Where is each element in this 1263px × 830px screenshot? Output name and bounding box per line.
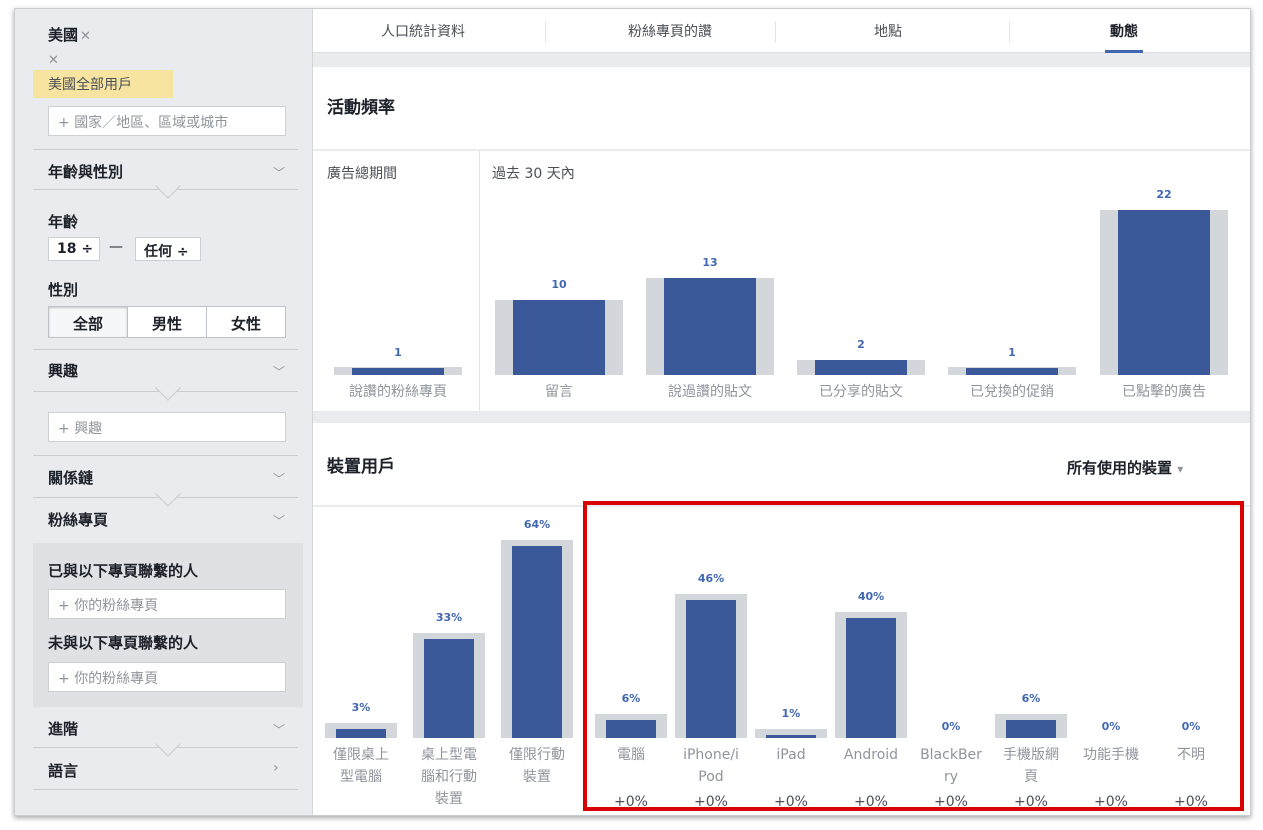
connected-label: 已與以下專頁聯繫的人 [48,562,199,580]
gender-female-button[interactable]: 女性 [206,306,286,338]
gender-label: 性別 [48,281,79,299]
bar-value-label: 1 [394,345,402,359]
bar-value-label: 33% [435,611,463,624]
chevron-down-icon[interactable]: ﹀ [273,164,285,181]
bar-value-label: 3% [351,701,371,714]
tab-separator [1009,21,1010,43]
activity-bar [966,367,1058,375]
chart-divider [479,151,480,411]
divider [33,349,298,350]
activity-bar [815,360,907,375]
category-label: 已分享的貼文 [819,384,903,400]
tab-location[interactable]: 地點 [803,21,973,41]
bar-value-label: 1 [1008,345,1016,359]
divider [33,789,298,790]
devices-header-panel: 裝置用戶 所有使用的裝置 ▾ [313,423,1250,505]
last30-label: 過去 30 天內 [492,166,575,182]
age-from-select[interactable]: 18 ÷ [48,237,100,261]
section-notch [155,731,181,757]
tab-bar: 人口統計資料 粉絲專頁的讚 地點 動態 [313,9,1250,53]
devices-dropdown[interactable]: 所有使用的裝置 ▾ [1067,457,1183,478]
activity-bar [664,277,756,375]
section-notch [155,375,181,401]
activity-title: 活動頻率 [327,98,395,118]
language-header[interactable]: 語言 [48,760,78,781]
gender-male-button[interactable]: 男性 [127,306,207,338]
bar-value-label: 2 [857,338,865,351]
pages-header[interactable]: 粉絲專頁 [48,509,108,530]
plus-icon: + [58,671,75,687]
lifetime-label: 廣告總期間 [327,166,397,182]
location-input[interactable]: + 國家／地區、區域或城市 [48,106,286,136]
section-notch [155,481,181,507]
caret-down-icon: ▾ [1177,462,1184,476]
activity-bar [513,300,605,375]
section-notch [155,173,181,199]
activity-chart-panel: 廣告總期間 過去 30 天內 1 說讚的粉絲專頁 10 留言 13 說過讚的貼文 2 已分享的… [313,151,1250,411]
active-tab-indicator [1105,50,1143,53]
plus-icon: + [58,115,75,131]
tab-page-likes[interactable]: 粉絲專頁的讚 [565,21,775,41]
chevron-down-icon[interactable]: ﹀ [273,363,285,380]
activity-bar [1118,210,1210,375]
chevron-down-icon[interactable]: ﹀ [273,721,285,738]
tab-activity[interactable]: 動態 [1034,21,1214,41]
age-label: 年齡 [48,213,79,231]
tab-demographics[interactable]: 人口統計資料 [333,21,513,41]
chevron-down-icon[interactable]: ﹀ [273,512,285,529]
filters-sidebar: 美國 ✕ ✕ 美國全部用戶 + 國家／地區、區域或城市 年齡與性別 ﹀ 年齡 18… [15,9,313,815]
activity-header-panel: 活動頻率 [313,67,1250,149]
bar-value-label: 13 [702,255,718,269]
remove-location-icon[interactable]: ✕ [80,29,91,44]
chevron-down-icon[interactable]: ﹀ [273,470,285,487]
devices-title: 裝置用戶 [327,457,395,477]
interests-input[interactable]: + 興趣 [48,412,286,442]
bar-value-label: 22 [1156,188,1172,201]
not-connected-pages-input[interactable]: + 你的粉絲專頁 [48,662,286,692]
category-label: 已點擊的廣告 [1122,384,1206,400]
highlight-box [583,501,1244,811]
device-bar [512,546,562,738]
activity-bar [352,367,444,375]
remove-icon[interactable]: ✕ [48,53,59,68]
divider [33,455,298,456]
plus-icon: + [58,598,75,614]
tab-separator [775,21,776,43]
not-connected-label: 未與以下專頁聯繫的人 [48,634,199,652]
plus-icon: + [58,421,75,437]
location-highlight: 美國全部用戶 [33,70,173,98]
tab-separator [545,21,546,43]
device-bar [336,729,386,738]
connected-pages-input[interactable]: + 你的粉絲專頁 [48,589,286,619]
category-label: 留言 [545,384,573,400]
category-label: 僅限桌上 型電腦 [333,747,389,785]
connections-header[interactable]: 關係鏈 [48,467,93,488]
age-dash: — [109,239,123,255]
category-label: 桌上型電 腦和行動 裝置 [421,747,477,807]
gender-all-button[interactable]: 全部 [48,306,128,338]
category-label: 說過讚的貼文 [668,384,752,400]
age-gender-header[interactable]: 年齡與性別 [48,161,123,182]
bar-value-label: 64% [523,518,551,531]
device-bar [424,639,474,738]
category-label: 說讚的粉絲專頁 [349,384,447,400]
category-label: 僅限行動 裝置 [509,747,565,785]
bar-value-label: 10 [551,278,567,291]
category-label: 已兌換的促銷 [970,384,1054,400]
divider [33,149,298,150]
chevron-right-icon[interactable]: › [273,760,279,776]
age-to-select[interactable]: 任何 ÷ [135,237,201,261]
advanced-header[interactable]: 進階 [48,718,78,739]
location-chip[interactable]: 美國 ✕ [48,24,91,45]
interests-header[interactable]: 興趣 [48,360,78,381]
